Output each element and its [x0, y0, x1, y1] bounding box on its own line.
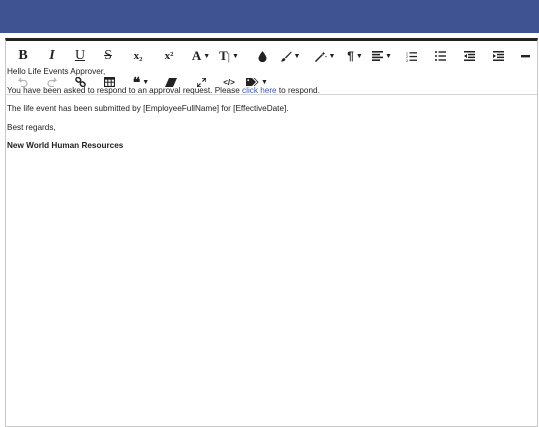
respond-link[interactable]: click here — [242, 86, 277, 95]
chevron-down-icon: ▼ — [231, 52, 239, 60]
chevron-down-icon: ▼ — [203, 52, 211, 60]
underline-icon: U — [74, 48, 86, 63]
font-size-icon: T| — [219, 48, 230, 63]
horizontal-rule-button[interactable] — [519, 43, 531, 69]
unordered-list-button[interactable] — [433, 43, 447, 69]
align-icon — [372, 51, 384, 61]
chevron-down-icon: ▼ — [293, 52, 301, 60]
outdent-icon — [463, 51, 475, 61]
signature-line: New World Human Resources — [7, 141, 522, 151]
italic-button[interactable]: I — [45, 43, 59, 69]
request-line: You have been asked to respond to an app… — [7, 86, 522, 96]
greeting-line: Hello Life Events Approver, — [7, 67, 106, 76]
chevron-down-icon: ▼ — [385, 52, 392, 60]
format-painter-dropdown[interactable]: ▼ — [313, 43, 337, 69]
request-text-before: You have been asked to respond to an app… — [7, 85, 243, 95]
numbered-list-icon: 123 — [406, 51, 417, 62]
indent-button[interactable] — [491, 43, 505, 69]
drop-icon — [258, 50, 266, 62]
bold-icon: B — [18, 48, 28, 63]
app-header-bar — [0, 0, 539, 33]
superscript-icon: x² — [164, 50, 174, 62]
outdent-button[interactable] — [462, 43, 476, 69]
subscript-button[interactable]: x₂ — [130, 43, 146, 69]
editor-content[interactable]: Hello Life Events Approver, You have bee… — [7, 67, 522, 160]
paragraph-format-dropdown[interactable]: ¶ ▼ — [345, 43, 365, 69]
svg-text:3: 3 — [406, 58, 408, 61]
subscript-icon: x₂ — [133, 50, 143, 62]
toolbar-row-formatting: B I U S x₂ x² A ▼ T| ▼ ▼ ▼ ¶ ▼ ▼ 1 2 3 — [6, 43, 537, 69]
ordered-list-button[interactable]: 123 — [404, 43, 418, 69]
strikethrough-icon: S — [104, 48, 112, 63]
highlight-color-dropdown[interactable]: ▼ — [278, 43, 302, 69]
bullet-list-icon — [434, 51, 446, 61]
chevron-down-icon: ▼ — [355, 52, 363, 60]
font-family-icon: A — [191, 48, 202, 63]
chevron-down-icon: ▼ — [328, 52, 336, 60]
bold-button[interactable]: B — [16, 43, 30, 69]
brush-icon — [280, 51, 292, 62]
signature-text: New World Human Resources — [7, 141, 124, 151]
strikethrough-button[interactable]: S — [101, 43, 115, 69]
align-dropdown[interactable]: ▼ — [371, 43, 393, 69]
magic-wand-icon — [314, 51, 327, 62]
submission-line: The life event has been submitted by [Em… — [7, 104, 289, 114]
indent-icon — [492, 51, 504, 61]
font-size-dropdown[interactable]: T| ▼ — [217, 43, 241, 69]
italic-icon: I — [49, 48, 55, 63]
text-color-button[interactable] — [256, 43, 268, 69]
minus-icon — [520, 54, 530, 57]
closing-line: Best regards, — [7, 122, 56, 132]
font-family-dropdown[interactable]: A ▼ — [190, 43, 212, 69]
underline-button[interactable]: U — [73, 43, 87, 69]
request-text-after: to respond. — [276, 85, 320, 95]
superscript-button[interactable]: x² — [161, 43, 177, 69]
paragraph-icon: ¶ — [347, 49, 354, 63]
